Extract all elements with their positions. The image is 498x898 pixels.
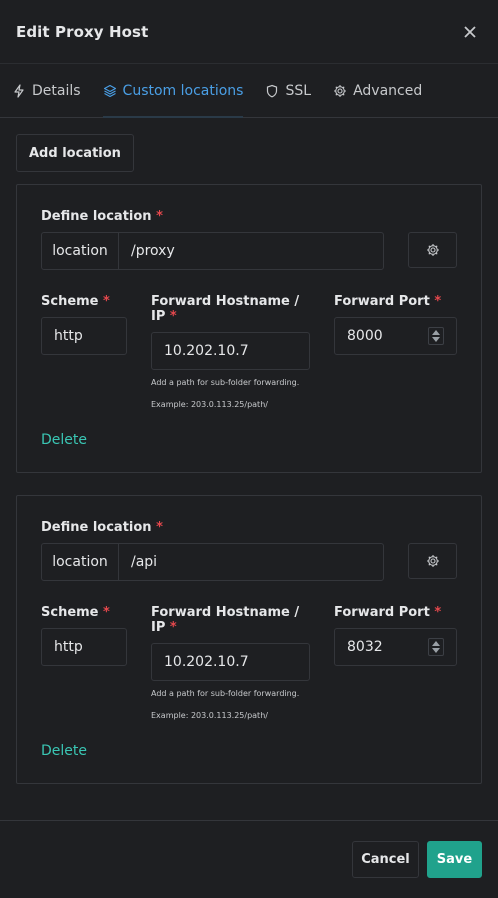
- gear-icon: [334, 84, 347, 97]
- modal-body: Add location Define location * location …: [0, 118, 498, 800]
- tab-ssl[interactable]: SSL: [265, 64, 311, 117]
- tab-details[interactable]: Details: [12, 64, 81, 117]
- tab-label: Details: [32, 82, 81, 99]
- shield-icon: [267, 84, 278, 97]
- modal-footer: Cancel Save: [0, 820, 498, 898]
- forward-host-input[interactable]: 10.202.10.7: [151, 332, 310, 370]
- scheme-label: Scheme *: [41, 294, 110, 309]
- location-card: Define location * location Scheme * http…: [16, 495, 482, 784]
- forward-host-hint: Add a path for sub-folder forwarding.: [151, 689, 300, 698]
- add-location-button[interactable]: Add location: [16, 134, 134, 172]
- location-settings-button[interactable]: [408, 232, 457, 268]
- forward-port-value: 8032: [347, 639, 383, 655]
- define-location-label: Define location *: [41, 209, 163, 224]
- tab-advanced[interactable]: Advanced: [333, 64, 422, 117]
- save-button[interactable]: Save: [427, 841, 482, 878]
- forward-host-hint: Add a path for sub-folder forwarding.: [151, 378, 300, 387]
- location-addon: location: [42, 544, 119, 580]
- number-spinner[interactable]: [428, 638, 444, 656]
- tab-label: Custom locations: [122, 82, 244, 99]
- forward-host-example: Example: 203.0.113.25/path/: [151, 400, 268, 409]
- scheme-input[interactable]: http: [41, 317, 127, 355]
- tab-label: Advanced: [353, 82, 423, 99]
- gear-icon: [426, 555, 439, 567]
- forward-host-input[interactable]: 10.202.10.7: [151, 643, 310, 681]
- forward-port-label: Forward Port *: [334, 605, 442, 620]
- location-input-group: location: [41, 543, 384, 581]
- cancel-button[interactable]: Cancel: [352, 841, 419, 878]
- forward-port-value: 8000: [347, 328, 383, 344]
- gear-icon: [426, 244, 439, 256]
- forward-port-label: Forward Port *: [334, 294, 442, 309]
- delete-location-link[interactable]: Delete: [41, 743, 87, 759]
- location-card: Define location * location Scheme * http…: [16, 184, 482, 473]
- scheme-label: Scheme *: [41, 605, 110, 620]
- modal-header: Edit Proxy Host: [0, 0, 498, 64]
- number-spinner[interactable]: [428, 327, 444, 345]
- location-path-input[interactable]: [119, 544, 383, 580]
- location-settings-button[interactable]: [408, 543, 457, 579]
- forward-host-example: Example: 203.0.113.25/path/: [151, 711, 268, 720]
- forward-host-label: Forward Hostname / IP *: [151, 294, 300, 324]
- location-addon: location: [42, 233, 119, 269]
- delete-location-link[interactable]: Delete: [41, 432, 87, 448]
- define-location-label: Define location *: [41, 520, 163, 535]
- layers-icon: [103, 84, 116, 97]
- scheme-input[interactable]: http: [41, 628, 127, 666]
- forward-host-label: Forward Hostname / IP *: [151, 605, 300, 635]
- tab-label: SSL: [285, 82, 312, 99]
- forward-port-input[interactable]: 8000: [334, 317, 457, 355]
- tab-bar: Details Custom locations SSL Advanced: [0, 64, 498, 118]
- modal-title: Edit Proxy Host: [16, 22, 149, 41]
- edit-proxy-host-modal: Edit Proxy Host Details Custom locations…: [0, 0, 498, 898]
- location-path-input[interactable]: [119, 233, 383, 269]
- close-button[interactable]: [458, 20, 482, 44]
- location-input-group: location: [41, 232, 384, 270]
- forward-port-input[interactable]: 8032: [334, 628, 457, 666]
- bolt-icon: [14, 83, 24, 98]
- close-icon: [464, 25, 476, 38]
- tab-custom-locations[interactable]: Custom locations: [102, 64, 244, 118]
